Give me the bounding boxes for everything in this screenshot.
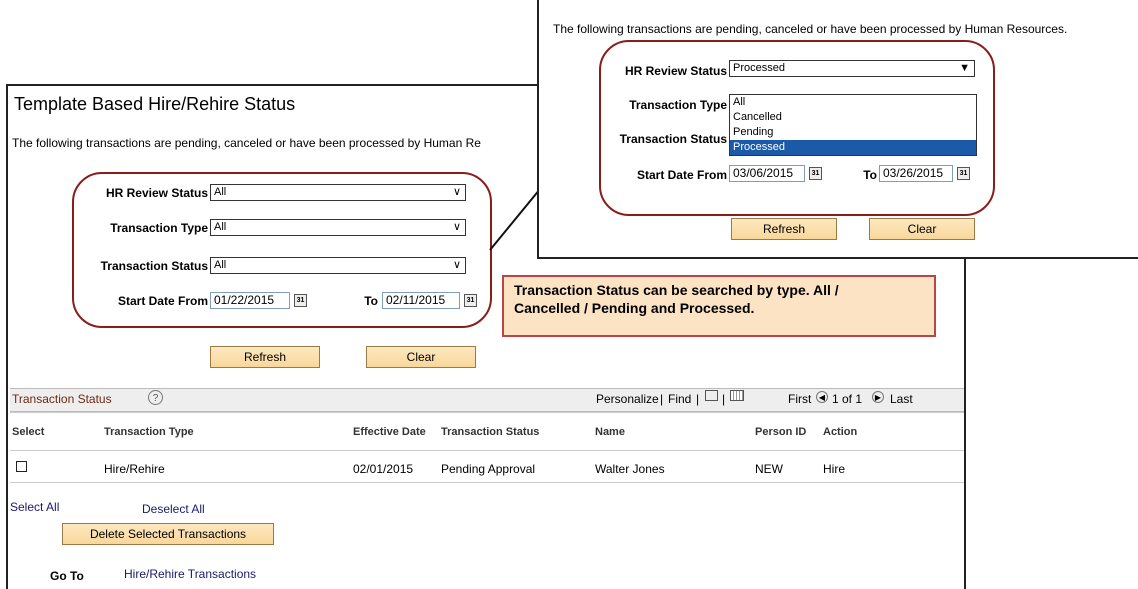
intro-text: The following transactions are pending, … <box>12 136 481 150</box>
clear-button[interactable]: Clear <box>366 346 476 368</box>
option-all[interactable]: All <box>730 95 976 110</box>
txn-status-select[interactable]: All ∨ <box>210 257 466 274</box>
personalize-link[interactable]: Personalize <box>596 392 659 406</box>
refresh-button[interactable]: Refresh <box>210 346 320 368</box>
to-date-input[interactable]: 02/11/2015 <box>382 292 460 309</box>
col-action: Action <box>823 426 858 438</box>
col-effective-date: Effective Date <box>353 426 426 438</box>
popup-clear-button[interactable]: Clear <box>869 218 975 240</box>
row-person-id: NEW <box>755 462 783 476</box>
page-title: Template Based Hire/Rehire Status <box>14 94 296 114</box>
help-icon[interactable]: ? <box>148 390 163 405</box>
popup-hr-review-value: Processed <box>733 62 785 74</box>
hr-review-select[interactable]: All ∨ <box>210 184 466 201</box>
txn-type-select[interactable]: All ∨ <box>210 219 466 236</box>
popup-refresh-button[interactable]: Refresh <box>731 218 837 240</box>
option-cancelled[interactable]: Cancelled <box>730 110 976 125</box>
callout-line1: Transaction Status can be searched by ty… <box>514 282 839 298</box>
row-effective-date: 02/01/2015 <box>353 462 414 476</box>
popup-to-date-input[interactable]: 03/26/2015 <box>879 165 953 182</box>
grid-divider <box>10 412 964 413</box>
last-link[interactable]: Last <box>890 392 913 406</box>
col-transaction-status: Transaction Status <box>441 426 540 438</box>
row-action: Hire <box>823 462 846 476</box>
view-all-icon[interactable] <box>705 390 718 401</box>
chevron-down-icon: ∨ <box>452 186 461 198</box>
hr-review-label: HR Review Status <box>105 186 208 200</box>
calendar-icon[interactable]: 31 <box>464 294 477 307</box>
grid-divider <box>10 450 964 451</box>
callout-line2: Cancelled / Pending and Processed. <box>514 300 755 316</box>
txn-status-value: All <box>214 259 227 271</box>
prev-icon[interactable]: ◀ <box>816 391 828 403</box>
popup-to-label: To <box>863 168 877 182</box>
popup-intro-text: The following transactions are pending, … <box>553 22 1068 36</box>
start-date-input[interactable]: 01/22/2015 <box>210 292 290 309</box>
option-pending[interactable]: Pending <box>730 125 976 140</box>
col-person-id: Person ID <box>755 426 807 438</box>
col-name: Name <box>595 426 625 438</box>
goto-label: Go To <box>50 569 84 583</box>
calendar-icon[interactable]: 31 <box>809 167 822 180</box>
txn-type-label: Transaction Type <box>110 221 208 235</box>
popup-txn-status-label: Transaction Status <box>619 132 727 146</box>
grid-title: Transaction Status <box>12 392 112 406</box>
popup-hr-review-label: HR Review Status <box>624 64 727 78</box>
page-range: 1 of 1 <box>832 392 863 406</box>
txn-type-value: All <box>214 221 227 233</box>
table-row: Hire/Rehire 02/01/2015 Pending Approval … <box>8 452 964 482</box>
grid-divider <box>10 482 964 483</box>
popup-txn-type-label: Transaction Type <box>629 98 727 112</box>
find-link[interactable]: Find <box>668 392 691 406</box>
hr-review-value: All <box>214 186 227 198</box>
row-transaction-status: Pending Approval <box>441 462 536 476</box>
dropdown-zoom-window: The following transactions are pending, … <box>537 0 1138 259</box>
dropdown-arrow-icon: ▼ <box>959 62 970 74</box>
popup-start-date-label: Start Date From <box>636 168 727 182</box>
option-processed[interactable]: Processed <box>730 140 976 155</box>
first-link[interactable]: First <box>788 392 811 406</box>
popup-hr-review-select[interactable]: Processed ▼ <box>729 60 975 77</box>
calendar-icon[interactable]: 31 <box>294 294 307 307</box>
start-date-label: Start Date From <box>117 294 208 308</box>
download-icon[interactable] <box>730 390 744 401</box>
deselect-all-link[interactable]: Deselect All <box>142 502 205 516</box>
row-checkbox[interactable] <box>16 461 27 472</box>
col-transaction-type: Transaction Type <box>104 426 194 438</box>
next-icon[interactable]: ▶ <box>872 391 884 403</box>
txn-status-label: Transaction Status <box>100 259 208 273</box>
col-select: Select <box>12 426 45 438</box>
callout-box: Transaction Status can be searched by ty… <box>502 275 936 337</box>
row-name: Walter Jones <box>595 462 665 476</box>
chevron-down-icon: ∨ <box>452 221 461 233</box>
chevron-down-icon: ∨ <box>452 259 461 271</box>
select-all-link[interactable]: Select All <box>10 500 59 514</box>
to-date-label: To <box>364 294 378 308</box>
goto-hire-rehire-link[interactable]: Hire/Rehire Transactions <box>124 567 256 581</box>
row-transaction-type: Hire/Rehire <box>104 462 165 476</box>
popup-start-date-input[interactable]: 03/06/2015 <box>729 165 805 182</box>
calendar-icon[interactable]: 31 <box>957 167 970 180</box>
delete-selected-button[interactable]: Delete Selected Transactions <box>62 523 274 545</box>
dropdown-options-list: All Cancelled Pending Processed <box>729 94 977 156</box>
